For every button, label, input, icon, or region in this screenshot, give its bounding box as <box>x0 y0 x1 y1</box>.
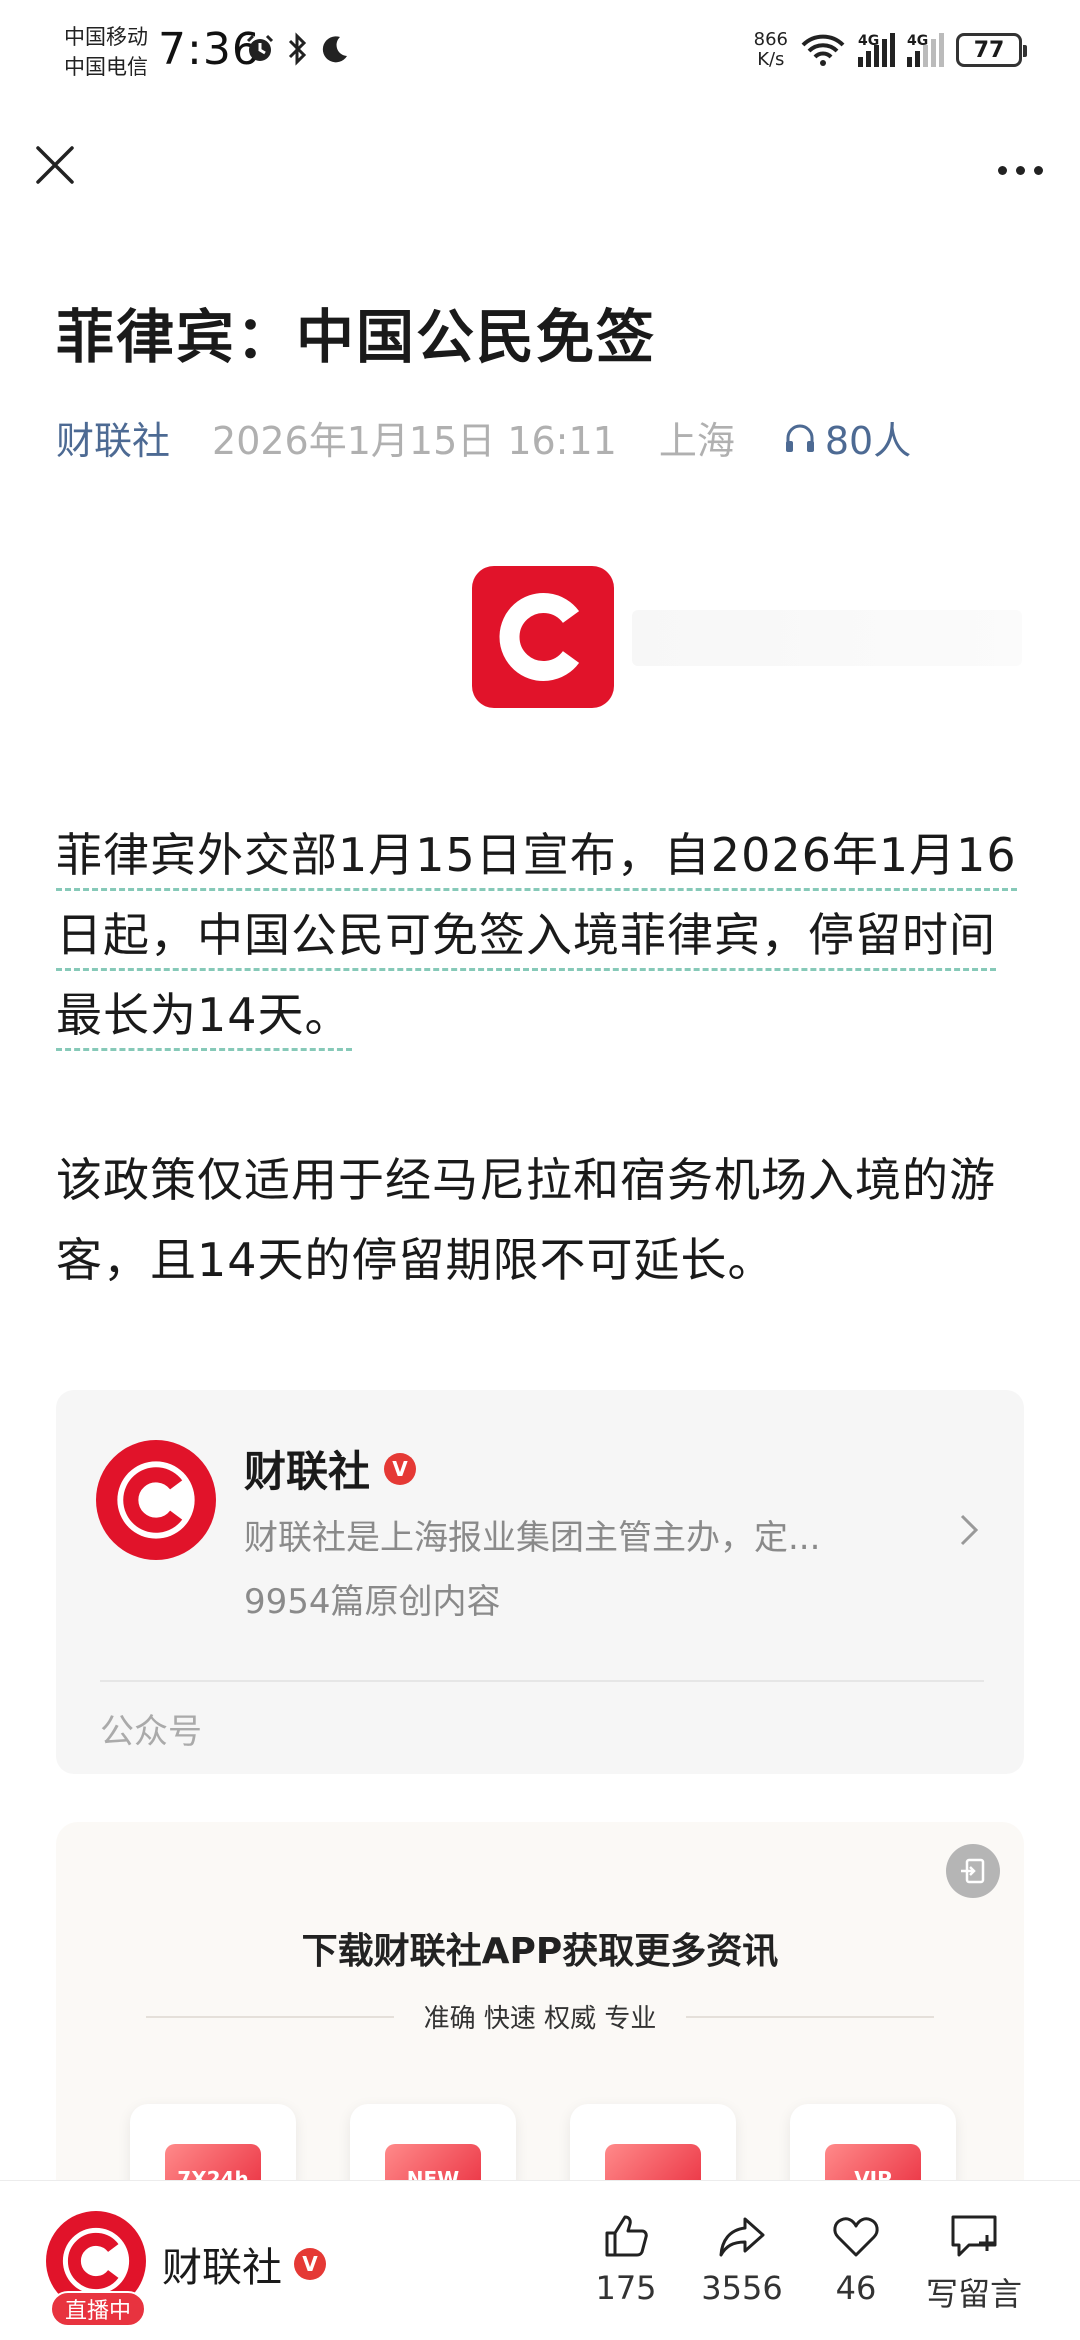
app-download-promo[interactable]: 下载财联社APP获取更多资讯 准确 快速 权威 专业 7X24h NEW VIP <box>56 1822 1024 2242</box>
comment-add-icon <box>951 2215 997 2257</box>
wifi-icon <box>801 34 845 66</box>
share-icon <box>719 2217 765 2257</box>
alarm-icon <box>246 34 274 61</box>
favorite-count: 46 <box>835 2269 877 2307</box>
paragraph-line: 日起，中国公民可免签入境菲律宾，停留时间 <box>56 908 996 971</box>
carrier-names: 中国移动 中国电信 <box>64 22 148 82</box>
article-source-link[interactable]: 财联社 <box>56 410 170 465</box>
close-icon <box>36 146 74 184</box>
bluetooth-icon <box>288 32 307 66</box>
heart-icon <box>833 2217 879 2257</box>
account-card[interactable]: 财联社 V 财联社是上海报业集团主管主办，定... 9954篇原创内容 公众号 <box>56 1390 1024 1774</box>
listener-count: 80人 <box>824 419 912 463</box>
listen-button[interactable]: 80人 <box>783 410 911 465</box>
signal-1-icon: 4G <box>858 33 895 67</box>
cls-logo-icon <box>499 593 580 681</box>
battery-indicator: 77 <box>956 33 1027 67</box>
chevron-right-icon <box>960 1514 979 1546</box>
article-date: 2026年1月15日 16:11 <box>212 419 617 463</box>
status-bar: 中国移动 中国电信 7:36 866 K/s 4G 4G 77 <box>0 0 1080 110</box>
write-comment-label: 写留言 <box>925 2275 1022 2313</box>
more-options-button[interactable] <box>990 150 1050 190</box>
hero-image-fade <box>632 610 1022 666</box>
verified-badge: V <box>294 2248 326 2280</box>
status-icons-left <box>244 32 350 66</box>
article-paragraph-2: 该政策仅适用于经马尼拉和宿务机场入境的游客，且14天的停留期限不可延长。 <box>56 1153 996 1287</box>
write-comment-button[interactable]: 写留言 <box>914 2211 1034 2315</box>
headphones-icon <box>785 424 814 452</box>
account-type-label: 公众号 <box>100 1712 202 1752</box>
cls-logo-icon <box>62 2227 130 2295</box>
close-button[interactable] <box>30 140 80 190</box>
promo-subtitle-row: 准确 快速 权威 专业 <box>146 1998 935 2035</box>
status-icons-right: 866 K/s 4G 4G 77 <box>753 29 1027 70</box>
carrier-1: 中国移动 <box>64 25 148 49</box>
like-count: 175 <box>595 2269 657 2307</box>
article-title: 菲律宾：中国公民免签 <box>56 303 657 371</box>
share-count: 3556 <box>701 2269 783 2307</box>
paragraph-line: 菲律宾外交部1月15日宣布，自2026年1月16 <box>56 828 1017 891</box>
paragraph-line: 最长为14天。 <box>56 988 352 1051</box>
like-button[interactable]: 175 <box>566 2211 686 2307</box>
divider <box>146 2015 394 2018</box>
cls-logo-image <box>472 566 614 708</box>
thumbs-up-icon <box>605 2215 648 2257</box>
verified-badge: V <box>384 1452 417 1485</box>
account-name: 财联社 V <box>244 1438 417 1499</box>
live-badge[interactable]: 直播中 <box>50 2291 146 2327</box>
more-dot-icon <box>1033 165 1043 175</box>
promo-subtitle: 准确 快速 权威 专业 <box>423 2004 657 2034</box>
carrier-2: 中国电信 <box>64 55 148 79</box>
bottom-account-name[interactable]: 财联社 V <box>162 2235 326 2293</box>
more-dot-icon <box>997 165 1007 175</box>
divider <box>100 1680 984 1682</box>
article-paragraph-1: 菲律宾外交部1月15日宣布，自2026年1月16 日起，中国公民可免签入境菲律宾… <box>56 815 1026 1055</box>
favorite-button[interactable]: 46 <box>796 2211 916 2307</box>
promo-exit-button[interactable] <box>946 1844 1000 1898</box>
more-dot-icon <box>1015 165 1025 175</box>
bottom-action-bar: 直播中 财联社 V 175 3556 46 写留言 <box>0 2180 1080 2340</box>
divider <box>686 2015 935 2018</box>
cls-logo-icon <box>117 1461 195 1539</box>
account-avatar <box>96 1440 216 1560</box>
share-button[interactable]: 3556 <box>682 2211 802 2307</box>
moon-icon <box>322 36 347 63</box>
article-location: 上海 <box>658 419 735 463</box>
signal-2-icon: 4G <box>907 33 944 67</box>
promo-title: 下载财联社APP获取更多资讯 <box>301 1931 779 1972</box>
exit-icon <box>961 1858 985 1884</box>
account-content-count: 9954篇原创内容 <box>244 1582 501 1622</box>
article-meta: 财联社 2026年1月15日 16:11 上海 80人 <box>56 410 911 465</box>
account-description: 财联社是上海报业集团主管主办，定... <box>244 1518 821 1558</box>
net-speed: 866 K/s <box>753 29 788 70</box>
